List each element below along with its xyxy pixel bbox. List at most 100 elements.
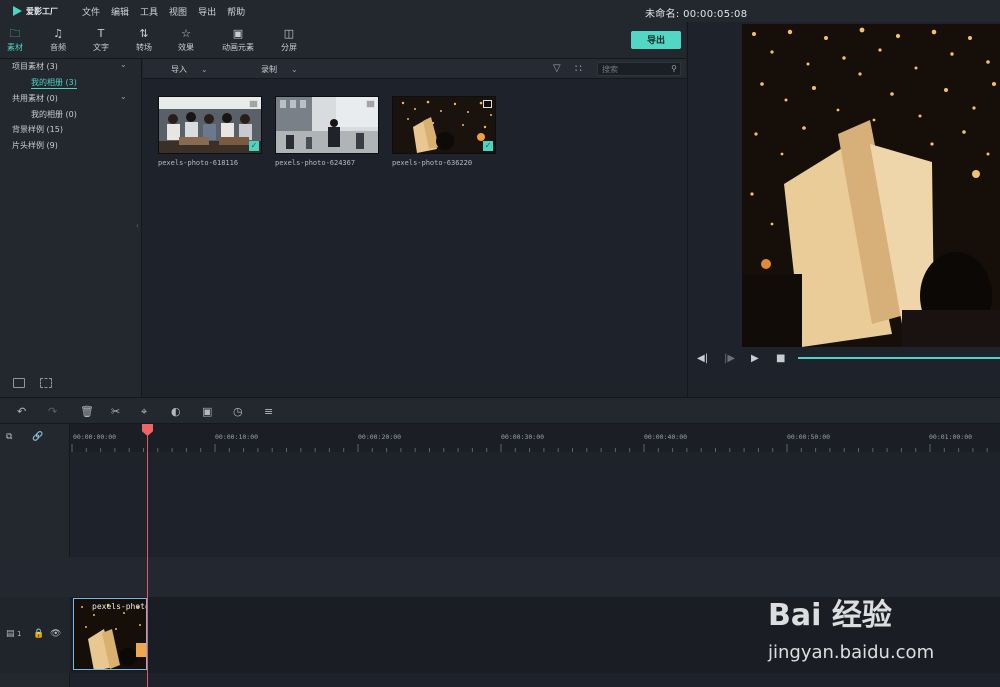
- timecode-label: 00:01:00:00: [929, 433, 973, 441]
- import-label: 导入: [171, 65, 187, 74]
- tab-label: 文字: [93, 43, 109, 52]
- chevron-down-icon[interactable]: ⌄: [120, 60, 127, 69]
- tab-label: 转场: [136, 43, 152, 52]
- adjust-icon[interactable]: ≡: [264, 405, 273, 418]
- image-type-icon: [366, 100, 375, 108]
- transition-icon: ⇅: [139, 27, 149, 40]
- media-library: 导入 ⌄ 录制 ⌄ ▽ ∷ ⚲ ✓ pexels-photo-618116: [143, 59, 686, 397]
- chevron-down-icon: ⌄: [291, 65, 298, 74]
- filter-icon[interactable]: ▽: [553, 63, 561, 74]
- preview-panel: ◀| |▶ ▶ ■: [687, 22, 1000, 397]
- media-toolbar: 导入 ⌄ 录制 ⌄ ▽ ∷ ⚲: [143, 59, 686, 79]
- tab-media[interactable]: 🗀 素材: [0, 28, 33, 53]
- timeline-ruler[interactable]: 00:00:00:00 00:00:10:00 00:00:20:00 00:0…: [70, 424, 1000, 452]
- folder-icon: 🗀: [9, 27, 21, 40]
- tab-audio[interactable]: ♫ 音频: [40, 28, 76, 53]
- chevron-down-icon[interactable]: ⌄: [120, 92, 127, 101]
- playback-progress-bar[interactable]: [798, 357, 1000, 359]
- menu-edit[interactable]: 编辑: [111, 5, 129, 18]
- remove-folder-icon[interactable]: [40, 378, 52, 388]
- effects-icon: ☆: [181, 27, 191, 40]
- menu-view[interactable]: 视图: [169, 5, 187, 18]
- tab-label: 分屏: [281, 43, 297, 52]
- street-photo: [276, 97, 378, 153]
- link-icon[interactable]: 🔗: [32, 432, 43, 442]
- menu-tools[interactable]: 工具: [140, 5, 158, 18]
- import-dropdown[interactable]: 导入 ⌄: [171, 64, 208, 75]
- sidebar-item-intros[interactable]: 片头样例 (9): [12, 140, 58, 151]
- track-number: 1: [17, 630, 22, 638]
- export-button[interactable]: 导出: [631, 31, 681, 49]
- tab-split-screen[interactable]: ◫ 分屏: [271, 28, 307, 53]
- media-thumbnail-3[interactable]: ✓: [392, 96, 496, 154]
- playback-controls: ◀| |▶ ▶ ■: [688, 350, 1000, 370]
- watermark-logo-text: Bai 经验: [768, 598, 892, 633]
- image-type-icon: [483, 100, 492, 108]
- duration-icon[interactable]: ◷: [233, 405, 243, 418]
- library-sidebar: 项目素材 (3) ⌄ 我的相册 (3) 共用素材 (0) ⌄ 我的相册 (0) …: [0, 59, 142, 397]
- search-icon[interactable]: ⚲: [671, 64, 677, 73]
- tab-transitions[interactable]: ⇅ 转场: [126, 28, 162, 53]
- lock-icon[interactable]: 🔒: [33, 629, 44, 639]
- color-icon[interactable]: ◐: [171, 405, 181, 418]
- text-icon: T: [97, 27, 105, 40]
- classroom-photo: [159, 97, 261, 153]
- timeline-toolbar: ↶ ↷ 🗑 ✂ ⌖ ◐ ▣ ◷ ≡: [0, 397, 1000, 424]
- next-frame-icon[interactable]: |▶: [724, 353, 735, 364]
- delete-icon[interactable]: 🗑: [80, 405, 94, 418]
- tab-label: 效果: [178, 43, 194, 52]
- collapse-handle-icon[interactable]: ‹: [136, 222, 139, 230]
- search-input[interactable]: [602, 64, 666, 75]
- check-icon: ✓: [249, 141, 259, 151]
- tab-label: 动画元素: [222, 43, 254, 52]
- asset-tabs: 🗀 素材 ♫ 音频 T 文字 ⇅ 转场 ☆ 效果 ▣ 动画元素 ◫ 分屏 导出: [0, 22, 686, 59]
- timecode-label: 00:00:20:00: [358, 433, 402, 441]
- play-icon[interactable]: ▶: [751, 353, 759, 364]
- sidebar-item-my-album[interactable]: 我的相册 (3): [31, 77, 77, 89]
- menu-file[interactable]: 文件: [82, 5, 100, 18]
- media-name-3: pexels-photo-636220: [392, 159, 473, 167]
- new-folder-icon[interactable]: [13, 378, 25, 388]
- menu-export[interactable]: 导出: [198, 5, 216, 18]
- menu-help[interactable]: 帮助: [227, 5, 245, 18]
- project-duration: 00:00:05:08: [683, 9, 748, 20]
- timecode-label: 00:00:10:00: [215, 433, 259, 441]
- green-screen-icon[interactable]: ▣: [202, 405, 212, 418]
- tab-text[interactable]: T 文字: [83, 28, 119, 53]
- split-screen-icon: ◫: [283, 27, 295, 40]
- ruler-ticks: [71, 444, 988, 452]
- lanterns-preview-image: [742, 24, 1000, 347]
- chevron-down-icon: ⌄: [201, 65, 208, 74]
- sidebar-item-shared-media[interactable]: 共用素材 (0): [12, 93, 58, 104]
- previous-frame-icon[interactable]: ◀|: [697, 353, 708, 364]
- redo-icon[interactable]: ↷: [48, 405, 57, 418]
- sidebar-item-backgrounds[interactable]: 背景样例 (15): [12, 124, 63, 135]
- project-name: 未命名:: [645, 9, 680, 20]
- timecode-label: 00:00:00:00: [73, 433, 117, 441]
- record-dropdown[interactable]: 录制 ⌄: [261, 64, 298, 75]
- sidebar-item-my-album-shared[interactable]: 我的相册 (0): [31, 109, 77, 120]
- crop-icon[interactable]: ⌖: [141, 405, 147, 419]
- eye-icon[interactable]: 👁: [50, 629, 61, 639]
- stop-icon[interactable]: ■: [776, 353, 785, 364]
- sidebar-item-project-media[interactable]: 项目素材 (3): [12, 61, 58, 72]
- grid-view-icon[interactable]: ∷: [575, 62, 582, 75]
- menu-bar: 爱影工厂 文件 编辑 工具 视图 导出 帮助 未命名: 00:00:05:08: [0, 0, 1000, 22]
- timecode-label: 00:00:30:00: [501, 433, 545, 441]
- playhead-line[interactable]: [147, 424, 148, 687]
- project-title: 未命名: 00:00:05:08: [645, 5, 747, 20]
- tab-elements[interactable]: ▣ 动画元素: [214, 28, 262, 53]
- image-type-icon: [249, 100, 258, 108]
- check-icon: ✓: [483, 141, 493, 151]
- cut-icon[interactable]: ✂: [111, 405, 120, 418]
- tab-effects[interactable]: ☆ 效果: [168, 28, 204, 53]
- media-thumbnail-2[interactable]: [275, 96, 379, 154]
- undo-icon[interactable]: ↶: [17, 405, 26, 418]
- image-icon: ▣: [232, 27, 244, 40]
- add-track-icon[interactable]: ⧉: [6, 432, 12, 442]
- tab-label: 素材: [7, 43, 23, 52]
- logo-text: 爱影工厂: [26, 6, 58, 16]
- video-track-empty[interactable]: [70, 452, 1000, 557]
- track-1-header: ▤ 1 🔒 👁: [0, 597, 70, 673]
- media-thumbnail-1[interactable]: ✓: [158, 96, 262, 154]
